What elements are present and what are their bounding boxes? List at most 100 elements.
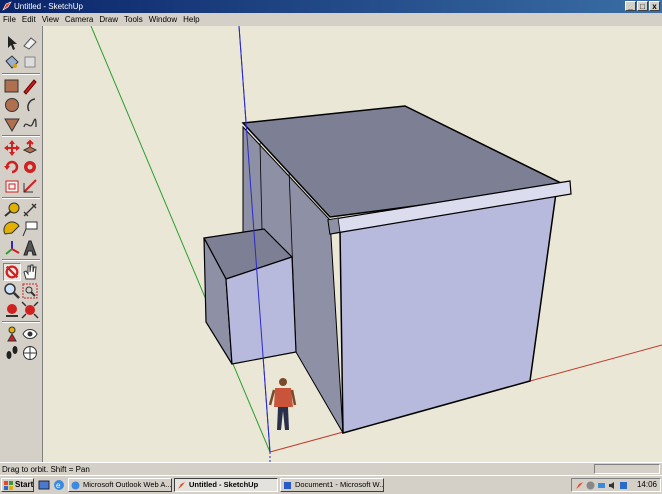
position-camera-icon: [7, 326, 17, 342]
protractor-icon: [3, 221, 20, 235]
orbit-icon: [5, 265, 19, 279]
look-around-tool[interactable]: [21, 325, 39, 343]
menu-bar: File Edit View Camera Draw Tools Window …: [0, 13, 662, 26]
menu-window[interactable]: Window: [146, 13, 180, 26]
volume-icon[interactable]: [608, 481, 617, 490]
protractor-tool[interactable]: [3, 220, 21, 238]
position-camera-tool[interactable]: [3, 325, 21, 343]
sketchup-app-icon: [2, 1, 12, 11]
menu-edit[interactable]: Edit: [19, 13, 39, 26]
scale-tool[interactable]: [21, 177, 39, 195]
internet-explorer-icon[interactable]: e: [53, 479, 65, 491]
paint-bucket-tool[interactable]: [3, 53, 21, 71]
zoom-window-tool[interactable]: [21, 282, 39, 300]
rotate-icon: [4, 160, 19, 174]
start-label: Start: [15, 480, 34, 489]
zoom-extents-tool[interactable]: [21, 301, 39, 319]
previous-view-tool[interactable]: [3, 301, 21, 319]
dimension-tool[interactable]: [21, 201, 39, 219]
rotate-tool[interactable]: [3, 158, 21, 176]
paint-bucket-icon: [5, 55, 19, 69]
task-word-label: Document1 - Microsoft W...: [295, 480, 384, 489]
hand-icon: [23, 264, 37, 280]
arc-icon: [27, 98, 36, 112]
tape-measure-tool[interactable]: [3, 201, 21, 219]
move-arrows-icon: [4, 140, 20, 156]
messenger-icon[interactable]: [597, 481, 606, 490]
orbit-tool[interactable]: [3, 263, 21, 281]
zoom-window-icon: [22, 283, 38, 299]
task-sketchup-label: Untitled - SketchUp: [189, 480, 259, 489]
word-document-icon: [284, 482, 291, 489]
task-sketchup[interactable]: Untitled - SketchUp: [174, 478, 278, 492]
window-controls: _ □ x: [625, 1, 660, 11]
select-tool[interactable]: [3, 34, 21, 52]
pencil-icon: [23, 79, 37, 95]
start-button[interactable]: Start: [1, 478, 34, 492]
minimize-button[interactable]: _: [625, 1, 636, 11]
scene-canvas[interactable]: [43, 26, 662, 462]
polygon-icon: [4, 118, 20, 132]
arc-tool[interactable]: [21, 96, 39, 114]
offset-icon: [5, 180, 19, 193]
system-tray: 14:06: [571, 478, 661, 492]
freehand-icon: [23, 118, 37, 128]
svg-text:e: e: [56, 481, 61, 490]
arrow-cursor-icon: [8, 36, 17, 50]
line-tool[interactable]: [21, 77, 39, 95]
rectangle-tool[interactable]: [3, 77, 21, 95]
windows-logo-icon: [4, 481, 13, 490]
menu-view[interactable]: View: [39, 13, 62, 26]
task-outlook-label: Microsoft Outlook Web A...: [83, 480, 172, 489]
clock: 14:06: [636, 480, 657, 489]
sketchup-tray-icon[interactable]: [575, 481, 584, 490]
rectangle-icon: [4, 79, 19, 93]
push-pull-icon: [22, 139, 38, 154]
3d-text-icon: [23, 240, 37, 256]
show-desktop-icon[interactable]: [38, 479, 50, 491]
menu-tools[interactable]: Tools: [121, 13, 146, 26]
measurements-box[interactable]: [594, 464, 660, 474]
follow-me-tool[interactable]: [21, 158, 39, 176]
menu-file[interactable]: File: [0, 13, 19, 26]
menu-camera[interactable]: Camera: [62, 13, 96, 26]
component-tool[interactable]: [21, 53, 39, 71]
3d-text-tool[interactable]: [21, 239, 39, 257]
close-button[interactable]: x: [649, 1, 660, 11]
status-bar: Drag to orbit. Shift = Pan: [0, 462, 662, 476]
polygon-tool[interactable]: [3, 115, 21, 133]
eye-icon: [22, 329, 38, 339]
drawing-area[interactable]: [43, 26, 662, 462]
axes-icon: [5, 241, 20, 255]
pan-tool[interactable]: [21, 263, 39, 281]
task-word[interactable]: Document1 - Microsoft W...: [280, 478, 384, 492]
zoom-tool[interactable]: [3, 282, 21, 300]
sketchup-icon: [178, 482, 185, 489]
text-tool[interactable]: [21, 220, 39, 238]
walk-tool[interactable]: [3, 344, 21, 362]
window-title: Untitled - SketchUp: [14, 2, 83, 11]
section-plane-tool[interactable]: [21, 344, 39, 362]
component-icon: [24, 56, 36, 68]
tray-extra-icon[interactable]: [619, 481, 628, 490]
network-icon[interactable]: [586, 481, 595, 490]
axes-tool[interactable]: [3, 239, 21, 257]
push-pull-tool[interactable]: [21, 139, 39, 157]
title-bar: Untitled - SketchUp _ □ x: [0, 0, 662, 13]
freehand-tool[interactable]: [21, 115, 39, 133]
task-outlook[interactable]: Microsoft Outlook Web A...: [68, 478, 172, 492]
move-tool[interactable]: [3, 139, 21, 157]
footprints-icon: [6, 346, 18, 359]
scale-icon: [23, 179, 37, 193]
roof-overhang-end: [327, 217, 341, 235]
menu-help[interactable]: Help: [180, 13, 202, 26]
offset-tool[interactable]: [3, 177, 21, 195]
tape-measure-icon: [4, 202, 20, 217]
section-plane-icon: [23, 346, 37, 360]
circle-tool[interactable]: [3, 96, 21, 114]
follow-me-icon: [24, 161, 36, 173]
previous-view-icon: [6, 304, 18, 317]
menu-draw[interactable]: Draw: [96, 13, 121, 26]
maximize-button[interactable]: □: [637, 1, 648, 11]
eraser-tool[interactable]: [21, 34, 39, 52]
